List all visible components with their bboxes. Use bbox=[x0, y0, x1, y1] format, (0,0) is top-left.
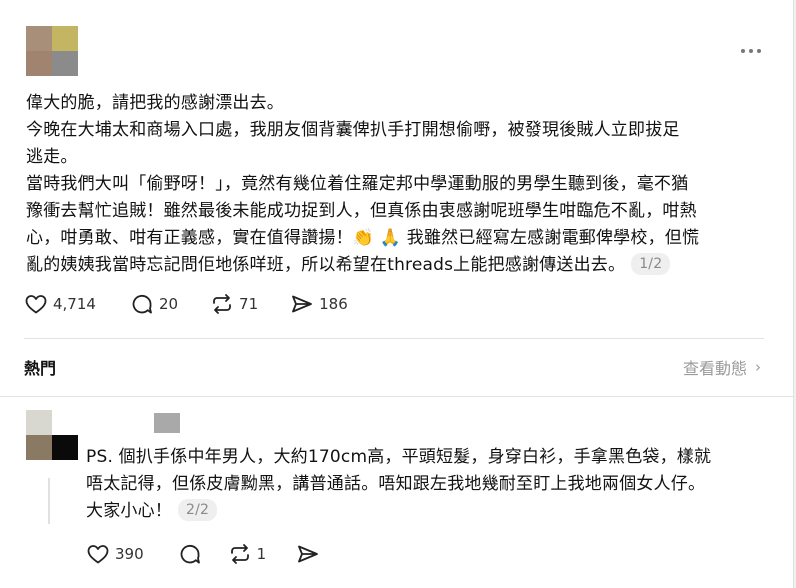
post-line: 偉大的脆，請把我的感謝漂出去。 bbox=[26, 93, 284, 113]
dot-icon bbox=[741, 49, 745, 53]
reply-repost-button[interactable]: 1 bbox=[228, 542, 267, 566]
view-activity-link[interactable]: 查看動態 › bbox=[683, 355, 761, 379]
repost-icon bbox=[230, 544, 249, 564]
sort-label-hot[interactable]: 熱門 bbox=[24, 355, 56, 379]
reply-username-redacted[interactable] bbox=[154, 413, 180, 433]
heart-icon bbox=[87, 545, 109, 564]
reply-like-count: 390 bbox=[115, 545, 144, 563]
reply-line: 唔太記得，但係皮膚黝黑，講普通話。唔知跟左我地幾耐至盯上我地兩個女人仔。 bbox=[86, 474, 706, 494]
reply-line: 大家小心！ 2/2 bbox=[86, 498, 711, 525]
comment-button[interactable]: 20 bbox=[130, 292, 178, 316]
comment-icon bbox=[132, 294, 152, 314]
share-count: 186 bbox=[319, 295, 348, 313]
send-icon bbox=[298, 545, 319, 563]
heart-icon bbox=[25, 295, 47, 314]
reply-actions: 390 1 bbox=[86, 542, 320, 566]
dot-icon bbox=[749, 49, 753, 53]
divider bbox=[24, 338, 764, 339]
share-button[interactable]: 186 bbox=[290, 292, 348, 316]
post-line-text: 亂的姨姨我當時忘記問佢地係咩班，所以希望在threads上能把感謝傳送出去。 bbox=[26, 255, 626, 275]
post-actions: 4,714 20 71 186 bbox=[24, 292, 348, 316]
post-line: 逃走。 bbox=[26, 147, 78, 167]
threads-frame: 偉大的脆，請把我的感謝漂出去。 今晚在大埔太和商場入口處，我朋友個背囊俾扒手打開… bbox=[0, 0, 794, 588]
reply-line-text: 大家小心！ bbox=[86, 501, 172, 521]
avatar-pixel bbox=[52, 51, 78, 76]
page-indicator-badge: 1/2 bbox=[631, 253, 671, 275]
post-line: 豫衝去幫忙追賊！雖然最後未能成功捉到人，但真係由衷感謝呢班學生咁臨危不亂，咁熱 bbox=[26, 201, 697, 221]
comment-icon bbox=[180, 544, 200, 564]
reply-like-button[interactable]: 390 bbox=[86, 542, 144, 566]
avatar-pixel bbox=[52, 435, 78, 460]
post-line-text: 心，咁勇敢、咁有正義感，實在值得讚揚！ bbox=[26, 228, 353, 248]
avatar-pixel bbox=[26, 51, 52, 76]
avatar-pixel bbox=[26, 435, 52, 460]
repost-icon bbox=[213, 294, 231, 314]
reply-body: PS. 個扒手係中年男人，大約170cm高，平頭短髮，身穿白衫，手拿黑色袋，樣就… bbox=[86, 444, 711, 525]
reply-share-button[interactable] bbox=[296, 542, 320, 566]
post-line: 亂的姨姨我當時忘記問佢地係咩班，所以希望在threads上能把感謝傳送出去。 1/… bbox=[26, 252, 699, 279]
avatar-pixel bbox=[52, 26, 78, 51]
post-line-with-emoji: 心，咁勇敢、咁有正義感，實在值得讚揚！👏 🙏 我雖然已經寫左感謝電郵俾學校，但慌 bbox=[26, 225, 699, 252]
clapping-hands-emoji: 👏 bbox=[352, 228, 375, 248]
reply-repost-count: 1 bbox=[256, 545, 267, 563]
send-icon bbox=[292, 295, 313, 313]
reply-avatar[interactable] bbox=[26, 410, 78, 460]
dot-icon bbox=[757, 49, 761, 53]
divider bbox=[0, 396, 794, 397]
avatar-pixel bbox=[26, 26, 52, 51]
view-activity-label: 查看動態 bbox=[682, 359, 747, 378]
thread-connector-line bbox=[48, 478, 50, 524]
like-button[interactable]: 4,714 bbox=[24, 292, 96, 316]
avatar-pixel bbox=[52, 410, 78, 435]
post-line: 當時我們大叫「偷野呀！」，竟然有幾位着住羅定邦中學運動服的男學生聽到後，毫不猶 bbox=[26, 174, 689, 194]
avatar[interactable] bbox=[26, 26, 78, 76]
avatar-pixel bbox=[26, 410, 52, 435]
chevron-right-icon: › bbox=[755, 358, 761, 376]
post-line-text: 我雖然已經寫左感謝電郵俾學校，但慌 bbox=[401, 228, 700, 248]
page-indicator-badge: 2/2 bbox=[178, 499, 218, 521]
reply-comment-button[interactable] bbox=[178, 542, 202, 566]
more-options-button[interactable] bbox=[737, 44, 765, 58]
repost-count: 71 bbox=[239, 295, 259, 313]
like-count: 4,714 bbox=[53, 295, 96, 313]
post-line: 今晚在大埔太和商場入口處，我朋友個背囊俾扒手打開想偷嘢，被發現後賊人立即拔足 bbox=[26, 120, 680, 140]
comment-count: 20 bbox=[158, 295, 179, 313]
reply-line: PS. 個扒手係中年男人，大約170cm高，平頭短髮，身穿白衫，手拿黑色袋，樣就 bbox=[86, 447, 712, 467]
folded-hands-emoji: 🙏 bbox=[379, 228, 402, 248]
post-body: 偉大的脆，請把我的感謝漂出去。 今晚在大埔太和商場入口處，我朋友個背囊俾扒手打開… bbox=[26, 90, 699, 279]
repost-button[interactable]: 71 bbox=[210, 292, 258, 316]
